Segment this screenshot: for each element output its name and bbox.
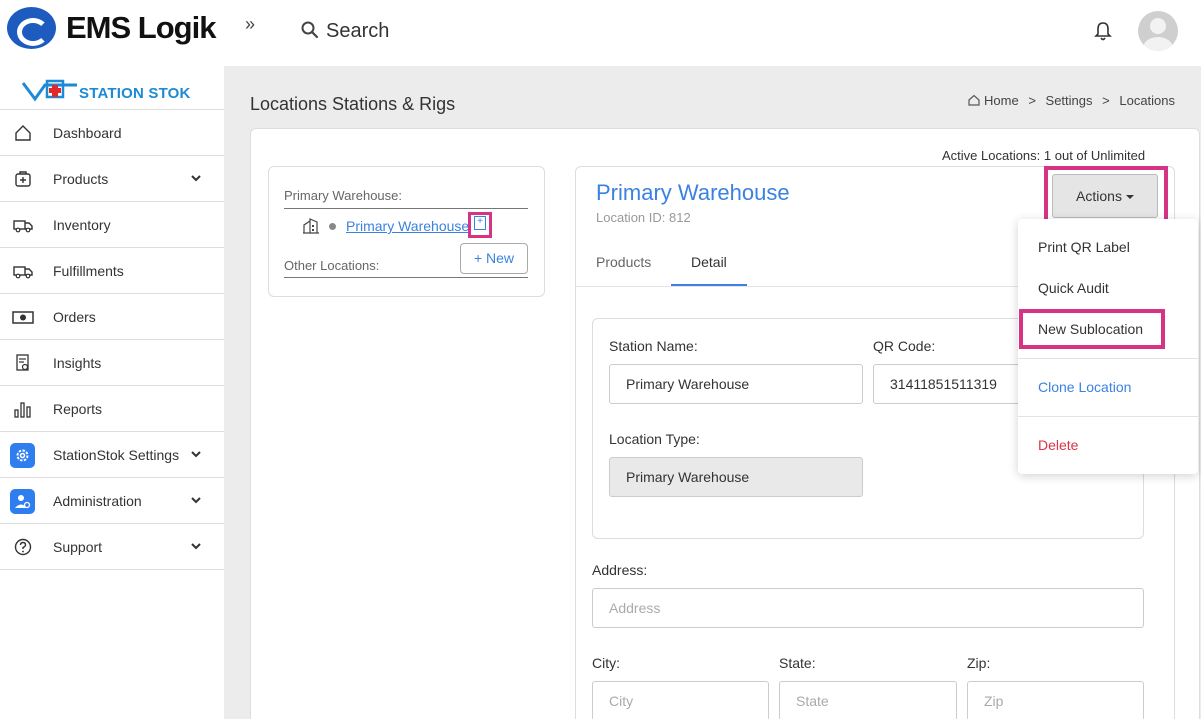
tab-products[interactable]: Products: [596, 254, 651, 270]
new-sublocation-highlight: [1019, 309, 1165, 349]
sidebar-item-label: Orders: [53, 309, 96, 325]
breadcrumb-separator: >: [1028, 93, 1036, 108]
chevron-down-icon: [191, 175, 201, 182]
qr-code-label: QR Code:: [873, 338, 936, 354]
home-icon: [968, 94, 980, 106]
breadcrumb: Home > Settings > Locations: [968, 93, 1181, 108]
emslogik-logo-icon: [7, 7, 56, 49]
breadcrumb-home[interactable]: Home: [984, 93, 1019, 108]
state-input[interactable]: State: [779, 681, 957, 719]
sidebar-item-fulfillments[interactable]: Fulfillments: [0, 248, 224, 294]
chevron-down-icon: [191, 451, 201, 458]
sidebar-item-label: Reports: [53, 401, 103, 417]
sidebar-item-label: Inventory: [53, 217, 111, 233]
actions-dropdown-button[interactable]: Actions: [1052, 174, 1158, 218]
sidebar-item-administration[interactable]: Administration: [0, 478, 224, 524]
help-circle-icon: [14, 538, 32, 556]
caret-down-icon: [1125, 195, 1134, 200]
tab-detail[interactable]: Detail: [691, 254, 727, 270]
sidebar-item-dashboard[interactable]: Dashboard: [0, 110, 224, 156]
zip-input[interactable]: Zip: [967, 681, 1144, 719]
menu-item-delete[interactable]: Delete: [1038, 437, 1078, 453]
bar-chart-icon: [14, 402, 31, 418]
home-icon: [15, 125, 31, 141]
location-type-field: Primary Warehouse: [609, 457, 863, 497]
station-stok-brand-text: STATION STOK: [79, 85, 191, 102]
truck-icon: [13, 220, 33, 233]
report-search-icon: [16, 354, 29, 371]
sidebar-item-inventory[interactable]: Inventory: [0, 202, 224, 248]
address-input[interactable]: Address: [592, 588, 1144, 628]
other-locations-heading: Other Locations:: [284, 258, 380, 273]
sidebar-item-label: StationStok Settings: [53, 447, 180, 463]
cash-icon: [12, 311, 34, 324]
breadcrumb-separator: >: [1102, 93, 1110, 108]
qr-code-input[interactable]: 31411851511319: [873, 364, 1023, 404]
sidebar-item-label: Insights: [53, 355, 102, 371]
state-label: State:: [779, 655, 816, 671]
gear-icon: [10, 443, 35, 468]
product-box-icon: [15, 171, 31, 187]
actions-button-label: Actions: [1076, 188, 1122, 204]
sidebar-item-products[interactable]: Products: [0, 156, 224, 202]
divider: [284, 208, 528, 209]
chevron-down-icon: [191, 543, 201, 550]
search-icon[interactable]: [300, 20, 320, 40]
top-header: EMS Logik » Search: [0, 0, 1201, 66]
city-input[interactable]: City: [592, 681, 769, 719]
sidebar-item-support[interactable]: Support: [0, 524, 224, 570]
primary-warehouse-heading: Primary Warehouse:: [284, 188, 402, 203]
page-title: Locations Stations & Rigs: [250, 94, 456, 114]
menu-item-quick-audit[interactable]: Quick Audit: [1038, 280, 1109, 296]
address-label: Address:: [592, 562, 648, 578]
chevron-down-icon: [191, 497, 201, 504]
sidebar-item-label: Fulfillments: [53, 263, 124, 279]
station-stok-logo-icon: [21, 79, 77, 102]
user-admin-icon: [10, 489, 35, 514]
truck-icon: [13, 266, 33, 279]
location-title: Primary Warehouse: [596, 180, 790, 205]
sidebar-item-label: Dashboard: [53, 125, 122, 141]
station-stok-brand: STATION STOK: [0, 66, 224, 110]
user-avatar[interactable]: [1138, 11, 1178, 51]
menu-divider: [1018, 358, 1198, 359]
tree-item-primary-warehouse[interactable]: Primary Warehouse: [346, 218, 469, 234]
app-logo-text: EMS Logik: [66, 10, 216, 45]
divider: [284, 277, 528, 278]
menu-item-print-qr-label[interactable]: Print QR Label: [1038, 239, 1130, 255]
sidebar-item-label: Support: [53, 539, 103, 555]
zip-label: Zip:: [967, 655, 991, 671]
sidebar-item-label: Products: [53, 171, 109, 187]
city-label: City:: [592, 655, 620, 671]
sidebar-item-orders[interactable]: Orders: [0, 294, 224, 340]
sidebar-item-label: Administration: [53, 493, 142, 509]
active-locations-count: Active Locations: 1 out of Unlimited: [942, 148, 1146, 163]
breadcrumb-locations: Locations: [1119, 93, 1176, 108]
new-location-button[interactable]: + New: [460, 243, 528, 274]
tree-node-dot: [329, 223, 336, 230]
active-tab-indicator: [671, 284, 747, 286]
add-sublocation-icon[interactable]: [468, 212, 492, 238]
sidebar-item-reports[interactable]: Reports: [0, 386, 224, 432]
search-input[interactable]: Search: [326, 20, 389, 43]
menu-item-clone-location[interactable]: Clone Location: [1038, 379, 1131, 395]
sidebar-collapse-button[interactable]: »: [245, 14, 255, 35]
station-name-input[interactable]: Primary Warehouse: [609, 364, 863, 404]
sidebar-item-insights[interactable]: Insights: [0, 340, 224, 386]
location-type-label: Location Type:: [609, 431, 700, 447]
sidebar: STATION STOK Dashboard Products Inventor…: [0, 66, 224, 719]
notification-bell-icon[interactable]: [1093, 20, 1113, 42]
station-name-label: Station Name:: [609, 338, 698, 354]
location-id: Location ID: 812: [596, 210, 691, 225]
sidebar-item-stationstok-settings[interactable]: StationStok Settings: [0, 432, 224, 478]
menu-divider: [1018, 416, 1198, 417]
building-icon: [303, 218, 319, 234]
breadcrumb-settings[interactable]: Settings: [1046, 93, 1093, 108]
